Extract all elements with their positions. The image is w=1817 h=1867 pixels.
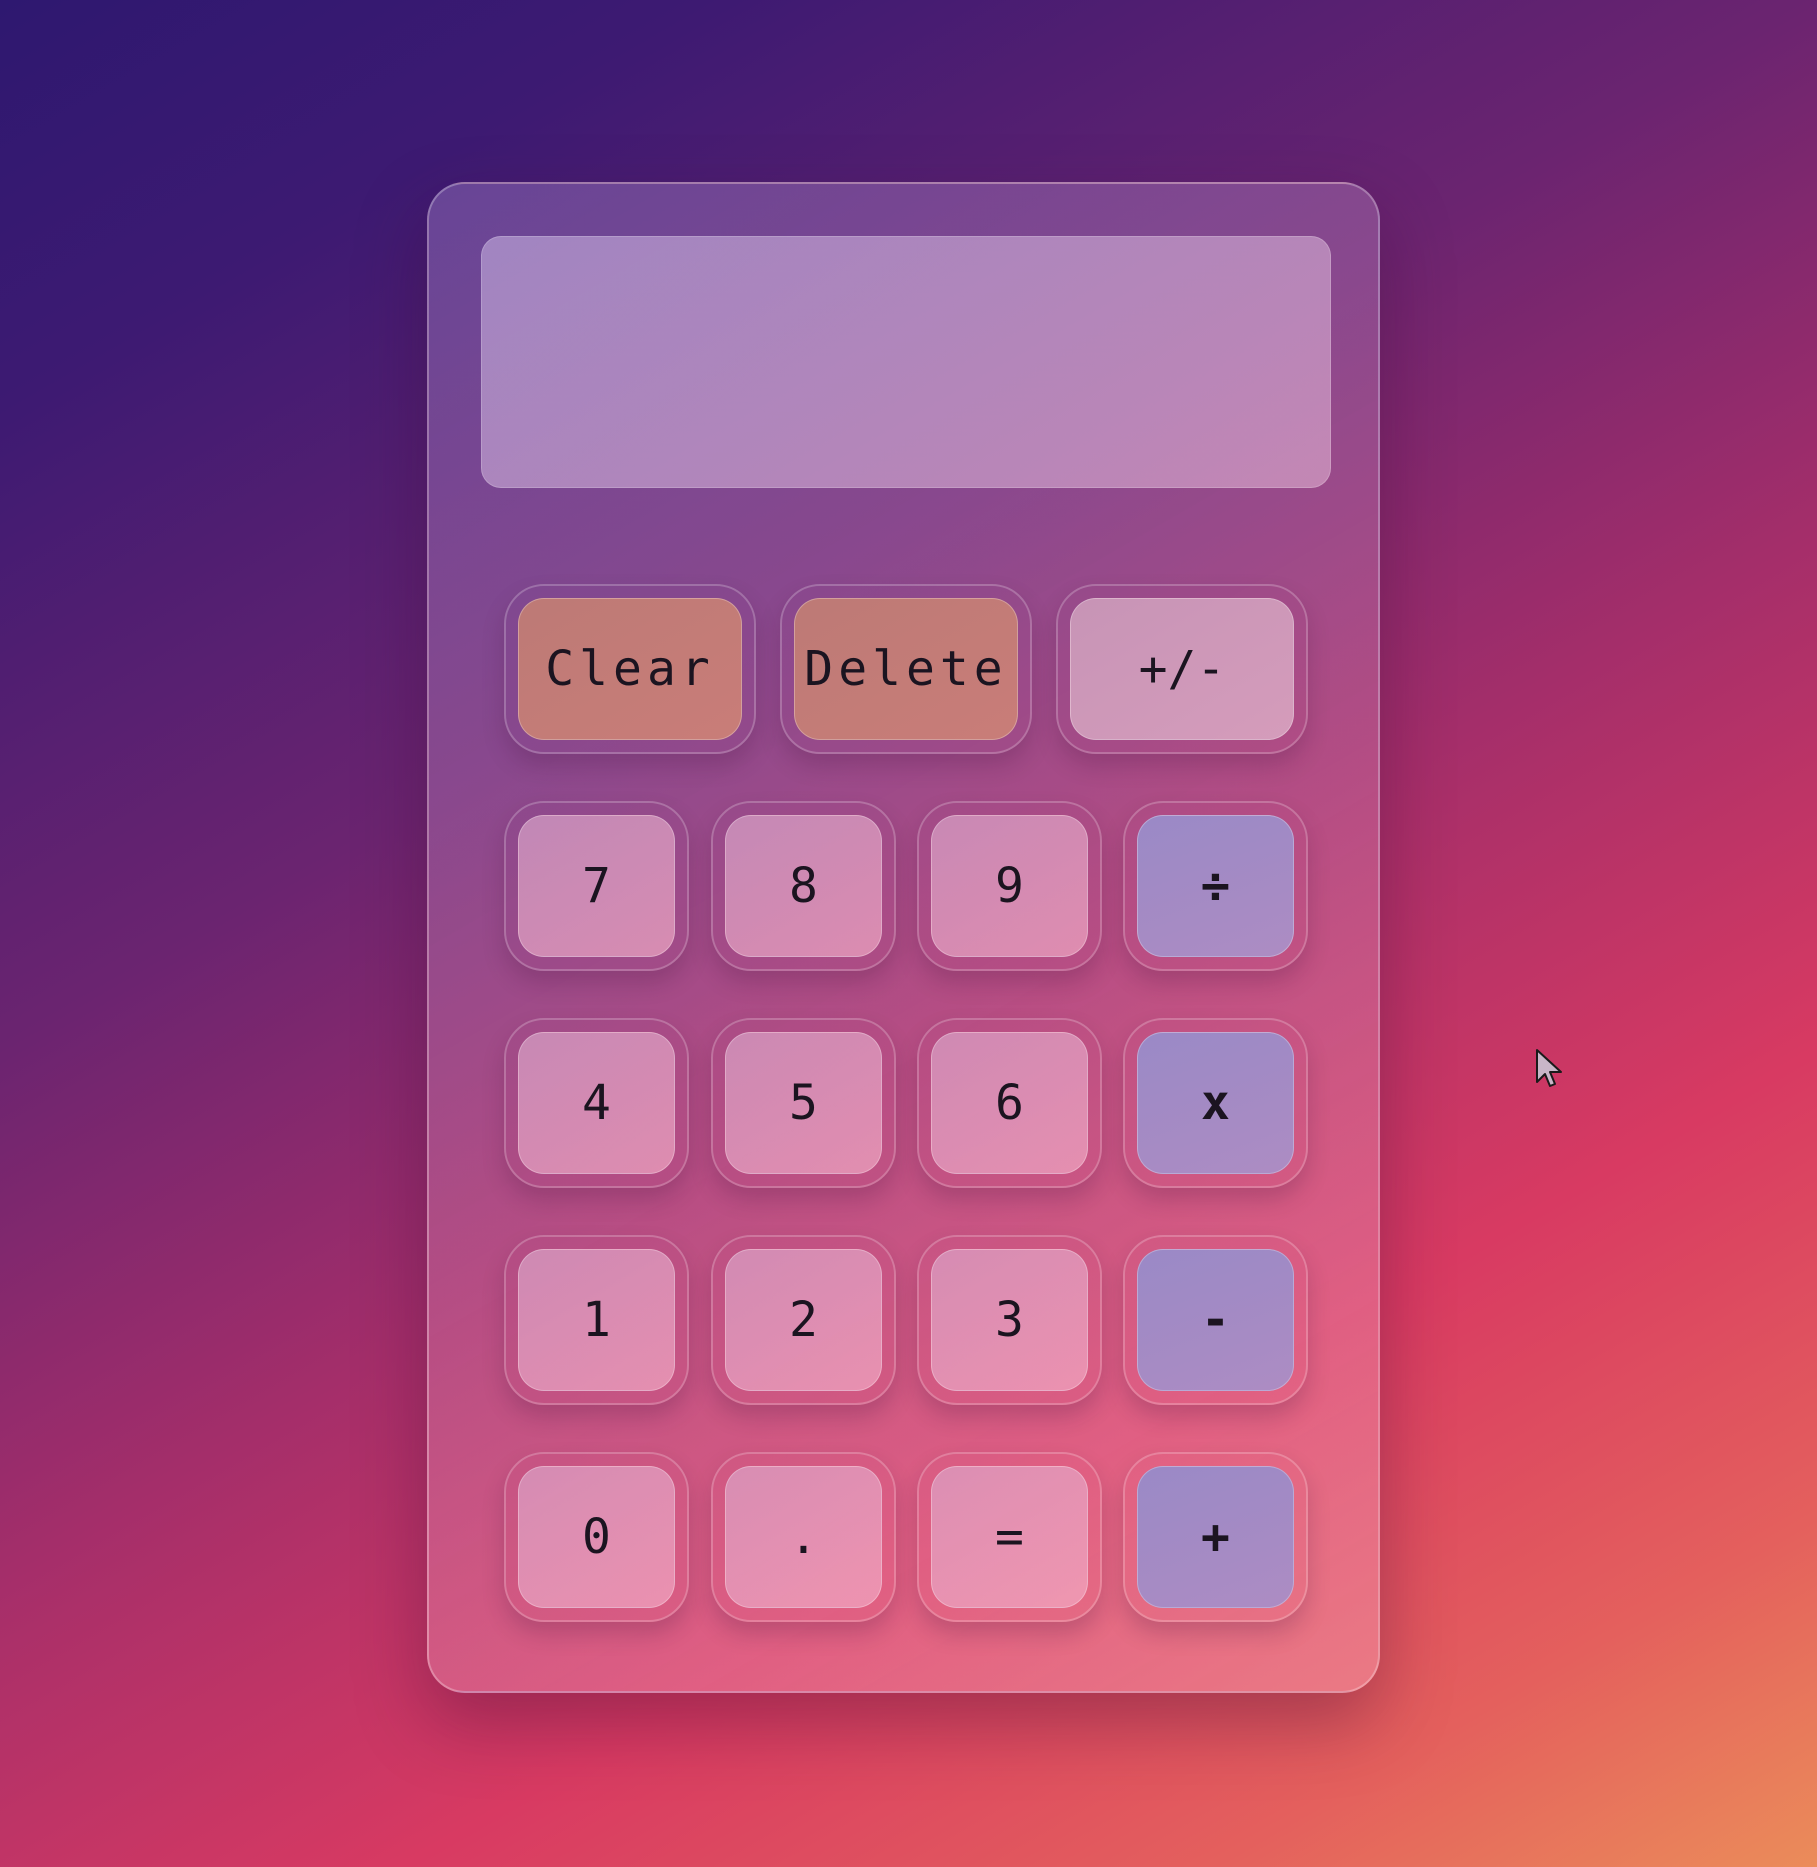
toggle-sign-button[interactable]: +/-	[1070, 598, 1294, 740]
key-frame-subtract: -	[1123, 1235, 1308, 1405]
digit-4-button[interactable]: 4	[518, 1032, 675, 1174]
key-frame-equals: =	[917, 1452, 1102, 1622]
key-frame-8: 8	[711, 801, 896, 971]
digit-8-button[interactable]: 8	[725, 815, 882, 957]
digit-0-button[interactable]: 0	[518, 1466, 675, 1608]
clear-button[interactable]: Clear	[518, 598, 742, 740]
digit-2-button[interactable]: 2	[725, 1249, 882, 1391]
digit-3-button[interactable]: 3	[931, 1249, 1088, 1391]
digit-5-button[interactable]: 5	[725, 1032, 882, 1174]
delete-button[interactable]: Delete	[794, 598, 1018, 740]
key-frame-4: 4	[504, 1018, 689, 1188]
add-button[interactable]: +	[1137, 1466, 1294, 1608]
sign-key-frame: +/-	[1056, 584, 1308, 754]
key-frame-9: 9	[917, 801, 1102, 971]
clear-key-frame: Clear	[504, 584, 756, 754]
mouse-cursor-icon	[1536, 1049, 1562, 1087]
key-frame-6: 6	[917, 1018, 1102, 1188]
key-frame-3: 3	[917, 1235, 1102, 1405]
key-frame-7: 7	[504, 801, 689, 971]
key-frame-decimal: .	[711, 1452, 896, 1622]
key-frame-multiply: x	[1123, 1018, 1308, 1188]
key-frame-5: 5	[711, 1018, 896, 1188]
decimal-button[interactable]: .	[725, 1466, 882, 1608]
equals-button[interactable]: =	[931, 1466, 1088, 1608]
multiply-button[interactable]: x	[1137, 1032, 1294, 1174]
calculator-panel: Clear Delete +/- 7 8 9 ÷ 4 5 6 x 1 2 3 -	[427, 182, 1380, 1693]
digit-9-button[interactable]: 9	[931, 815, 1088, 957]
delete-key-frame: Delete	[780, 584, 1032, 754]
key-frame-0: 0	[504, 1452, 689, 1622]
key-frame-2: 2	[711, 1235, 896, 1405]
digit-6-button[interactable]: 6	[931, 1032, 1088, 1174]
divide-button[interactable]: ÷	[1137, 815, 1294, 957]
digit-7-button[interactable]: 7	[518, 815, 675, 957]
key-frame-1: 1	[504, 1235, 689, 1405]
calculator-display	[481, 236, 1331, 488]
key-frame-add: +	[1123, 1452, 1308, 1622]
subtract-button[interactable]: -	[1137, 1249, 1294, 1391]
key-frame-divide: ÷	[1123, 801, 1308, 971]
digit-1-button[interactable]: 1	[518, 1249, 675, 1391]
